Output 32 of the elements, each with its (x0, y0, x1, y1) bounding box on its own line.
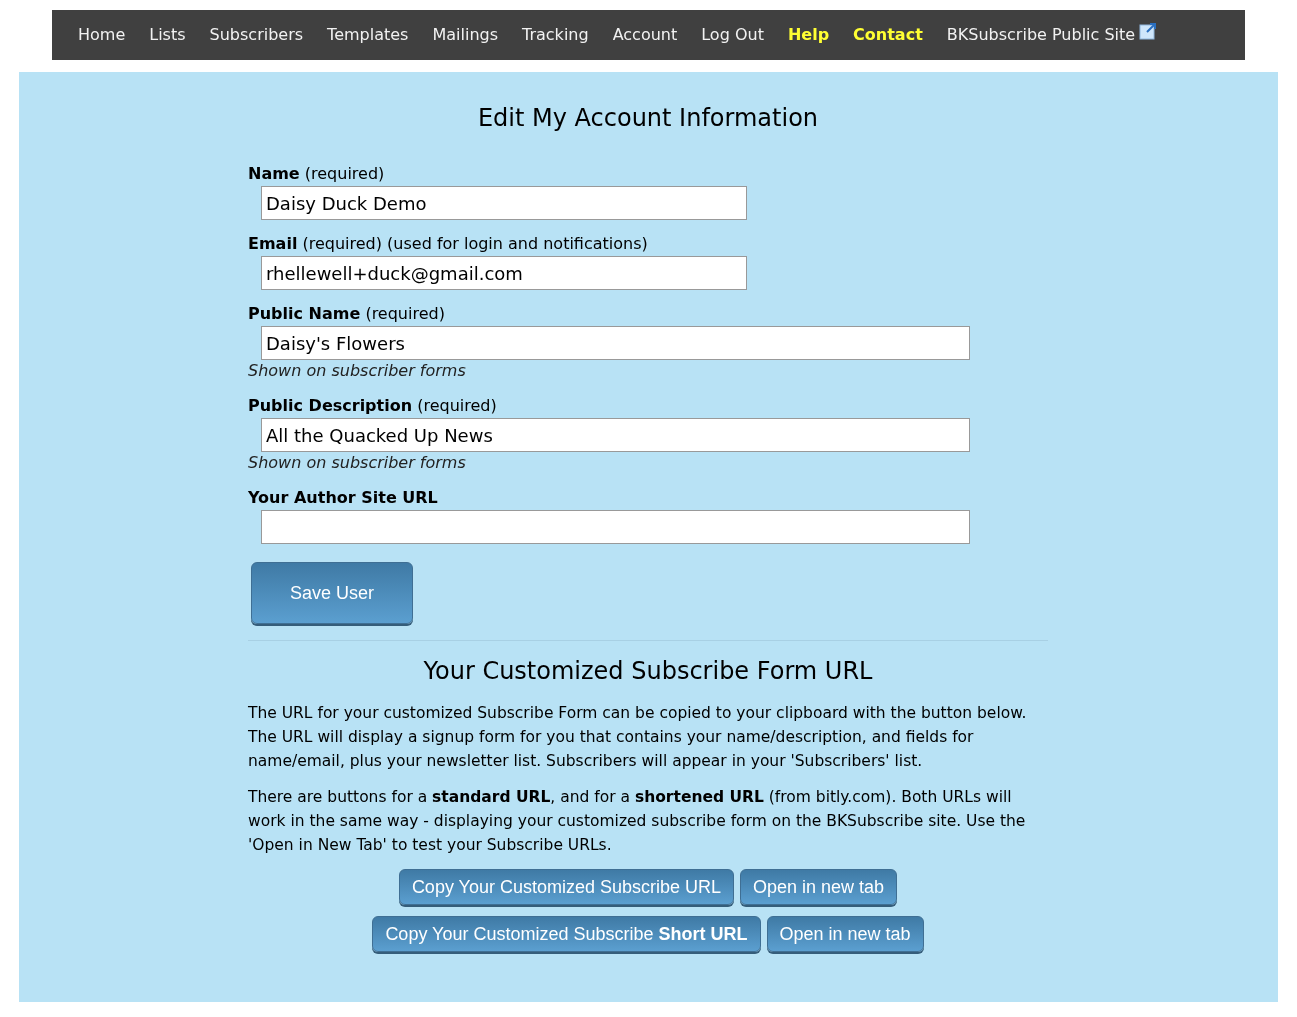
paragraph: There are buttons for a standard URL, and for a shortened URL (from bitly.com). Both URLs will work in the same way - displaying your customized subscribe form on the BKSubscribe site. Use the 'Open in New Tab' to test your Subscribe URLs. (248, 787, 1027, 856)
nav-link[interactable]: Mailings (432, 23, 498, 47)
text-field[interactable]: Daisy's Flowers (261, 326, 970, 360)
page-title: Edit My Account Information (476, 103, 820, 134)
field-hint: Shown on subscriber forms (248, 360, 467, 382)
nav-link[interactable]: Log Out (701, 23, 764, 47)
text-field[interactable]: Daisy Duck Demo (261, 186, 747, 220)
field-label: Email (required) (used for login and notifications) (248, 234, 649, 254)
section-title: Your Customized Subscribe Form URL (422, 656, 874, 687)
field-hint: Shown on subscriber forms (248, 452, 467, 474)
nav-link[interactable]: Account (612, 23, 678, 47)
field-label: Public Description (required) (248, 396, 498, 416)
text-field[interactable] (261, 510, 970, 544)
copy-url-button[interactable]: Copy Your Customized Subscribe URL (398, 869, 735, 905)
nav-link[interactable]: Tracking (522, 23, 589, 47)
nav-link[interactable]: Templates (327, 23, 409, 47)
text-field[interactable]: rhellewell+duck@gmail.com (261, 256, 747, 290)
save-button[interactable]: Save User (251, 562, 413, 624)
open-tab-button[interactable]: Open in new tab (740, 869, 898, 905)
nav-link[interactable]: Contact (853, 23, 923, 47)
nav-link[interactable]: Subscribers (209, 23, 304, 47)
field-label: Name (required) (248, 164, 386, 184)
open-tab-button[interactable]: Open in new tab (766, 916, 924, 952)
nav-link[interactable]: Lists (149, 23, 186, 47)
field-label: Your Author Site URL (248, 488, 439, 508)
nav-link[interactable]: BKSubscribe Public Site (946, 23, 1136, 47)
field-label: Public Name (required) (248, 304, 446, 324)
nav-link[interactable]: Home (78, 23, 126, 47)
paragraph: The URL for your customized Subscribe Form can be copied to your clipboard with the button below. The URL will display a signup form for you that contains your name/description, and fields for name/email, plus your newsletter list. Subscribers will appear in your 'Subscribers' list. (248, 703, 1028, 772)
copy-url-button[interactable]: Copy Your Customized Subscribe Short URL (372, 916, 761, 952)
text-field[interactable]: All the Quacked Up News (261, 418, 970, 452)
nav-link[interactable]: Help (787, 23, 830, 47)
